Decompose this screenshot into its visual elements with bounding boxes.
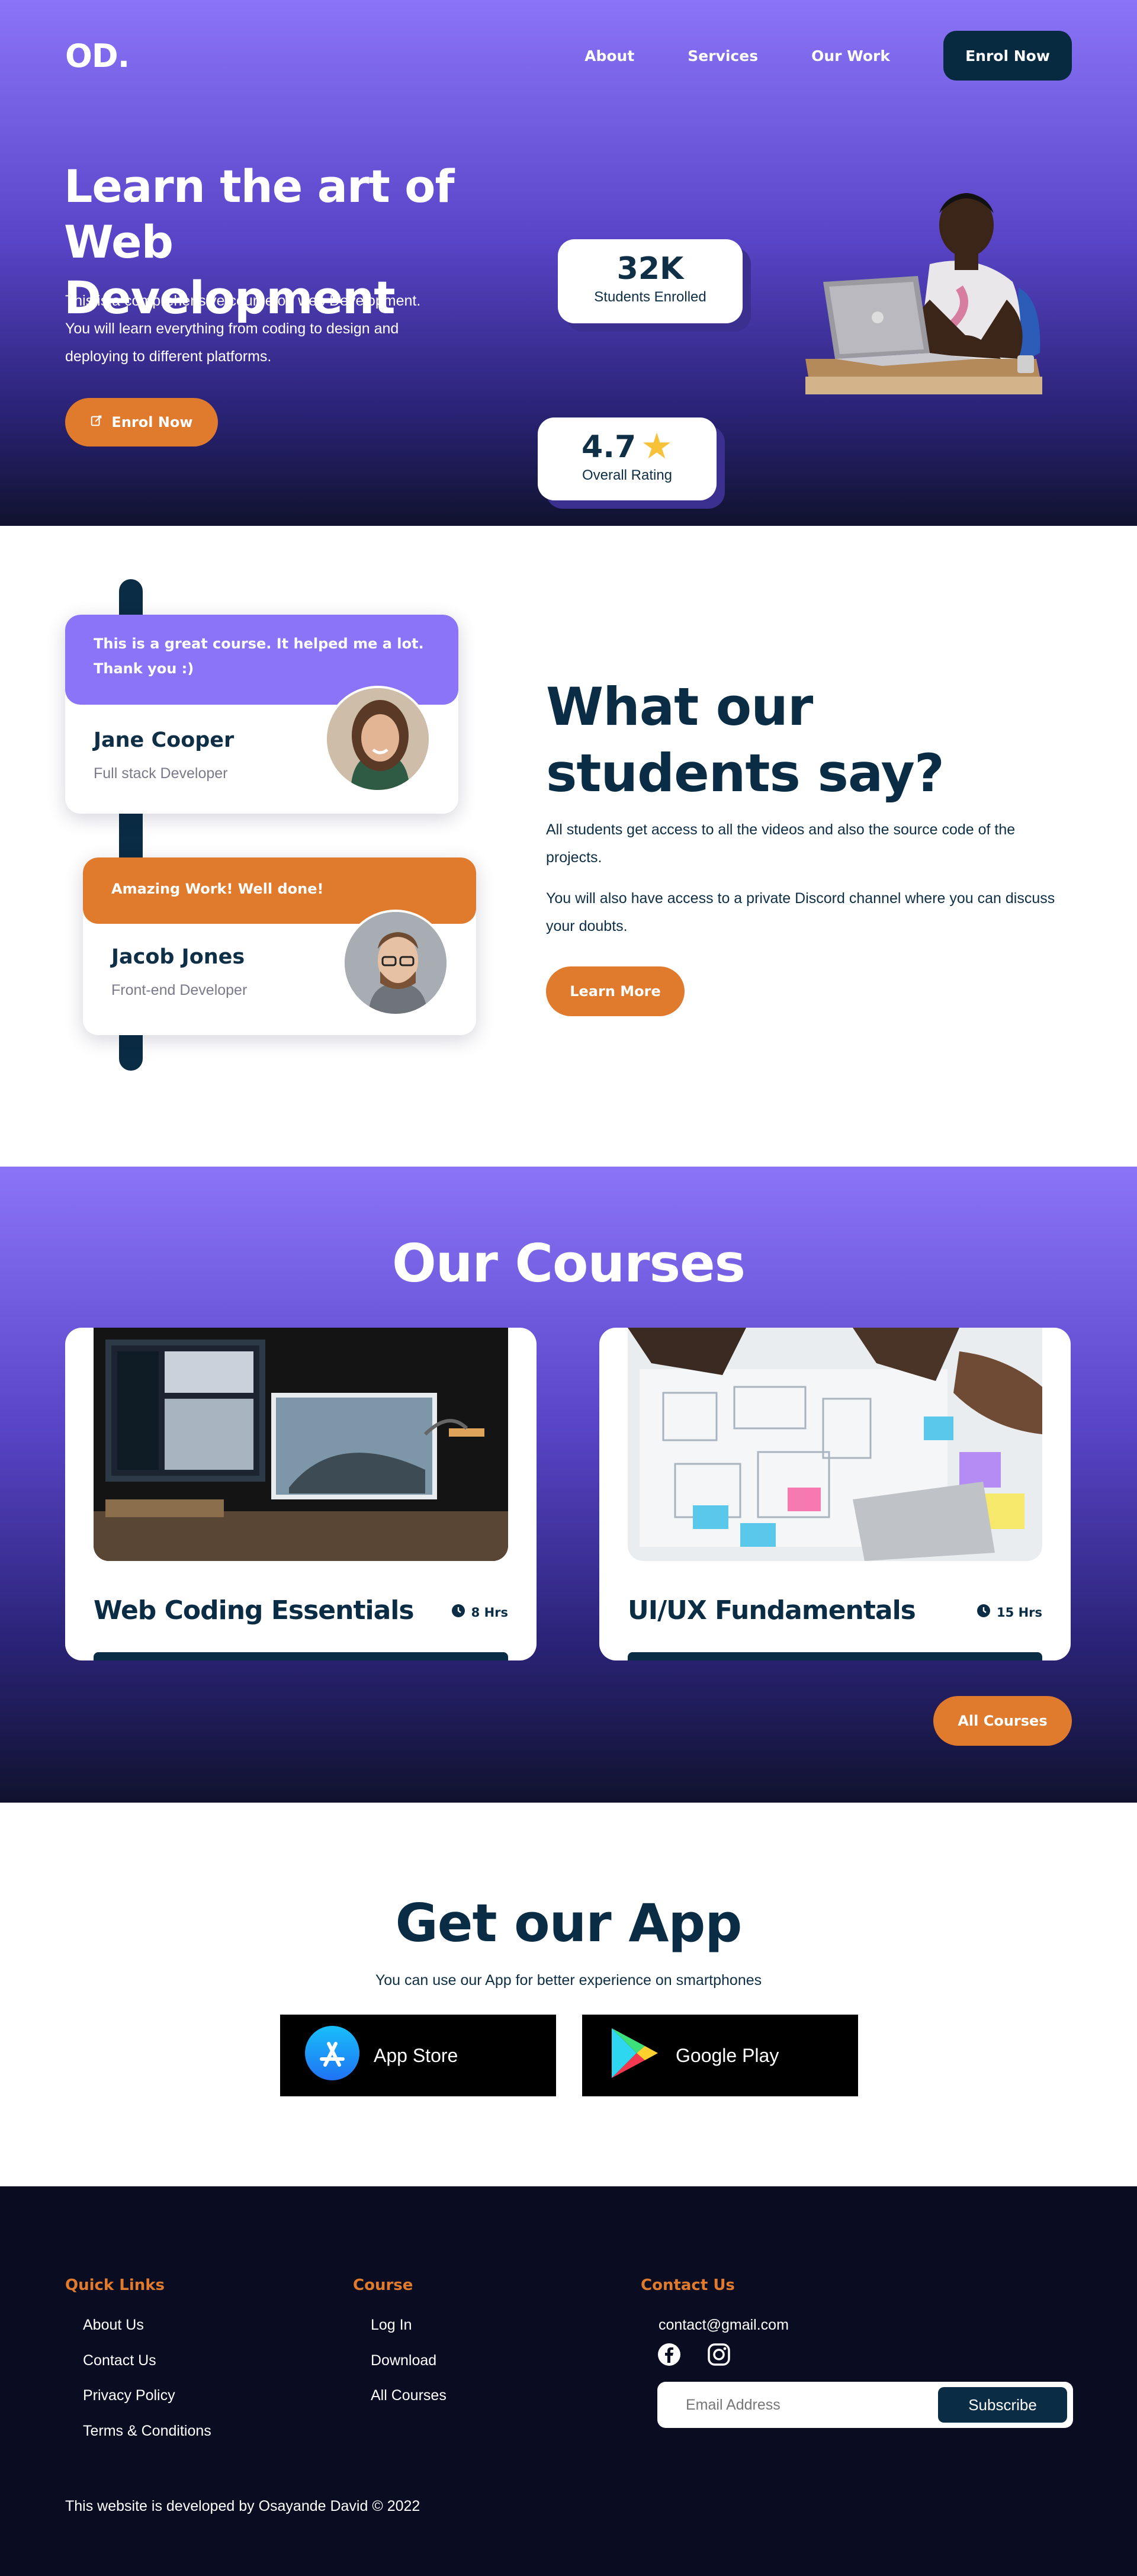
clock-icon (451, 1604, 465, 1621)
instagram-icon[interactable] (707, 2343, 731, 2366)
footer-link-terms[interactable]: Terms & Conditions (83, 2423, 211, 2440)
rating-value: 4.7 (582, 429, 637, 465)
avatar (342, 910, 449, 1016)
testimonials-section: This is a great course. It helped me a l… (0, 526, 1137, 1167)
testimonial-role: Front-end Developer (111, 982, 248, 998)
hero-enrol-button[interactable]: Enrol Now (65, 398, 218, 447)
app-store-label: App Store (374, 2044, 458, 2066)
hero-description: This is a comprehensive course on web De… (65, 287, 480, 371)
course-card-bar (94, 1652, 508, 1660)
star-icon: ★ (641, 426, 673, 467)
footer-link-log-in[interactable]: Log In (371, 2317, 412, 2334)
learn-more-button[interactable]: Learn More (546, 966, 685, 1016)
course-duration: 15 Hrs (977, 1604, 1042, 1621)
subscribe-button[interactable]: Subscribe (938, 2387, 1067, 2423)
students-enrolled-value: 32K (616, 251, 684, 287)
testimonial-card: Amazing Work! Well done! Jacob Jones Fro… (83, 857, 476, 1035)
google-play-button[interactable]: Google Play (582, 2015, 858, 2096)
nav-links: About Services Our Work (584, 47, 890, 65)
hero-text-line2: You will learn everything from coding to… (65, 320, 399, 337)
testimonial-name: Jacob Jones (111, 945, 245, 969)
testimonials-paragraph-2: You will also have access to a private D… (546, 890, 1055, 934)
app-store-icon (305, 2026, 359, 2085)
courses-section: Our Courses Web Coding Essentials 8 Hrs … (0, 1167, 1137, 1803)
courses-heading: Our Courses (391, 1233, 746, 1294)
students-enrolled-label: Students Enrolled (594, 289, 706, 305)
nav-link-services[interactable]: Services (688, 47, 758, 65)
copyright: This website is developed by Osayande Da… (65, 2498, 420, 2514)
nav-enrol-button[interactable]: Enrol Now (943, 31, 1072, 81)
course-duration: 8 Hrs (451, 1604, 508, 1621)
footer-link-about-us[interactable]: About Us (83, 2317, 144, 2334)
google-play-label: Google Play (676, 2044, 779, 2066)
course-image (628, 1328, 1042, 1561)
logo[interactable]: OD. (65, 37, 130, 75)
testimonials-paragraph-1: All students get access to all the video… (546, 821, 1016, 866)
student-laptop-image (782, 181, 1055, 406)
contact-title: Contact Us (641, 2276, 735, 2294)
footer-link-all-courses[interactable]: All Courses (371, 2387, 447, 2404)
quick-links-title: Quick Links (65, 2276, 165, 2294)
course-name: Web Coding Essentials (94, 1595, 415, 1626)
google-play-icon (607, 2026, 661, 2085)
rating-label: Overall Rating (582, 467, 673, 483)
app-subtitle: You can use our App for better experienc… (375, 1972, 762, 1989)
facebook-icon[interactable] (657, 2343, 681, 2366)
email-field[interactable] (686, 2391, 934, 2418)
testimonials-heading: What our students say? (546, 676, 945, 804)
course-card[interactable]: Web Coding Essentials 8 Hrs (65, 1328, 537, 1660)
rating-row: 4.7 ★ (538, 426, 717, 467)
subscribe-form: Subscribe (657, 2382, 1073, 2428)
nav-link-about[interactable]: About (584, 47, 634, 65)
course-image (94, 1328, 508, 1561)
testimonial-name: Jane Cooper (94, 728, 235, 752)
course-card[interactable]: UI/UX Fundamentals 15 Hrs (599, 1328, 1071, 1660)
app-section: Get our App You can use our App for bett… (0, 1803, 1137, 2186)
course-hours: 15 Hrs (997, 1605, 1042, 1620)
hero-title-line1: Learn the art of (64, 160, 455, 213)
hero-enrol-label: Enrol Now (111, 414, 193, 431)
course-card-bar (628, 1652, 1042, 1660)
nav-link-our-work[interactable]: Our Work (811, 47, 890, 65)
hero-text-line3: deploying to different platforms. (65, 348, 272, 365)
footer: Quick Links About Us Contact Us Privacy … (0, 2186, 1137, 2576)
students-enrolled-card: 32K Students Enrolled (558, 239, 743, 323)
testimonial-card: This is a great course. It helped me a l… (65, 615, 458, 814)
footer-link-contact-us[interactable]: Contact Us (83, 2352, 156, 2369)
course-title: Course (353, 2276, 413, 2294)
edit-icon (90, 414, 103, 431)
contact-email[interactable]: contact@gmail.com (659, 2317, 789, 2334)
footer-link-download[interactable]: Download (371, 2352, 436, 2369)
testimonial-role: Full stack Developer (94, 765, 228, 782)
all-courses-button[interactable]: All Courses (933, 1696, 1072, 1746)
footer-link-privacy-policy[interactable]: Privacy Policy (83, 2387, 175, 2404)
top-nav: OD. About Services Our Work Enrol Now (65, 31, 1072, 81)
app-store-button[interactable]: App Store (280, 2015, 556, 2096)
hero-text-line1: This is a comprehensive course on web De… (65, 293, 421, 309)
course-name: UI/UX Fundamentals (628, 1595, 916, 1626)
course-hours: 8 Hrs (471, 1605, 508, 1620)
app-heading: Get our App (395, 1893, 743, 1954)
overall-rating-card: 4.7 ★ Overall Rating (538, 417, 717, 500)
hero-section: OD. About Services Our Work Enrol Now Le… (0, 0, 1137, 526)
clock-icon (977, 1604, 991, 1621)
avatar (325, 686, 431, 792)
